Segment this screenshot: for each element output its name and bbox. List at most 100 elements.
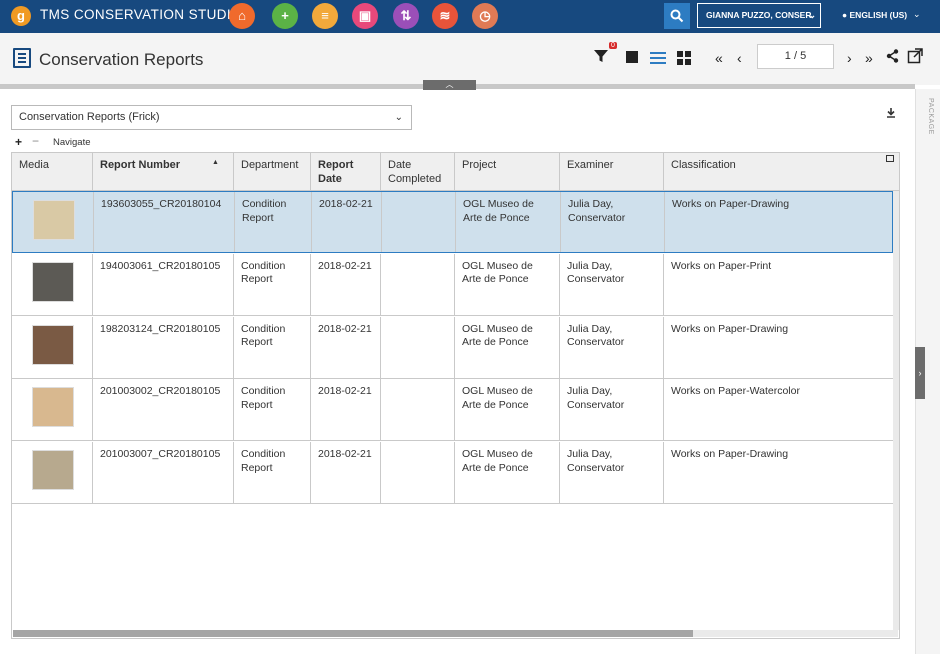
cell-report-date: 2018-02-21 xyxy=(311,442,381,504)
share-icon[interactable] xyxy=(886,49,899,66)
cell-date-completed xyxy=(381,379,455,441)
artwork-thumbnail[interactable] xyxy=(33,200,75,240)
single-view-icon[interactable] xyxy=(626,51,638,63)
cell-report-number: 194003061_CR20180105 xyxy=(93,253,234,315)
column-header-report-date[interactable]: Report Date xyxy=(311,153,381,191)
cell-classification: Works on Paper-Drawing xyxy=(672,198,790,210)
filter-button[interactable] xyxy=(593,48,609,67)
next-page-icon[interactable]: › xyxy=(847,50,852,66)
grid-view-icon[interactable] xyxy=(677,51,691,65)
filter-icon xyxy=(594,50,608,62)
last-page-icon[interactable]: » xyxy=(865,50,873,66)
media-cell xyxy=(12,316,93,378)
chevron-up-icon: ︿ xyxy=(445,80,454,89)
table-header: Media Report Number ▲ Department Report … xyxy=(12,153,899,191)
expand-all-icon[interactable]: + xyxy=(15,135,22,149)
cell-project: OGL Museo de Arte de Ponce xyxy=(455,253,560,315)
table-row[interactable]: 193603055_CR20180104 Condition Report 2018… xyxy=(12,191,893,253)
expand-panel-handle[interactable]: › xyxy=(915,347,925,399)
navigate-link[interactable]: Navigate xyxy=(53,137,91,148)
globe-icon: ● xyxy=(842,10,848,20)
cell-date-completed xyxy=(381,316,455,378)
cell-classification: Works on Paper-Drawing xyxy=(671,448,789,461)
transfer-icon[interactable]: ⇅ xyxy=(393,3,419,29)
chevron-down-icon[interactable]: ⌄ xyxy=(913,9,921,20)
cell-classification: Works on Paper-Print xyxy=(671,259,772,272)
report-set-select[interactable]: Conservation Reports (Frick) ⌄ xyxy=(11,105,412,130)
add-icon[interactable]: + xyxy=(272,3,298,29)
horizontal-scrollbar[interactable] xyxy=(13,630,898,637)
cell-report-date: 2018-02-21 xyxy=(311,379,381,441)
chevron-down-icon: ⌄ xyxy=(808,10,816,20)
artwork-thumbnail[interactable] xyxy=(32,324,74,365)
reports-table: Media Report Number ▲ Department Report … xyxy=(11,152,900,639)
chevron-right-icon: › xyxy=(918,368,922,378)
table-row[interactable]: 201003007_CR20180105 Condition Report 2018… xyxy=(12,442,893,505)
cell-report-date: 2018-02-21 xyxy=(311,316,381,378)
artwork-thumbnail[interactable] xyxy=(32,261,74,302)
media-cell xyxy=(12,253,93,315)
cell-report-number: 201003002_CR20180105 xyxy=(93,379,234,441)
page-indicator[interactable]: 1 / 5 xyxy=(757,44,834,69)
language-menu[interactable]: ● ENGLISH (US) xyxy=(842,10,907,20)
download-icon[interactable] xyxy=(886,108,896,121)
page-header: Conservation Reports 0 « ‹ 1 / 5 › » xyxy=(0,33,940,85)
collapse-all-icon[interactable]: − xyxy=(32,134,39,148)
page-title: Conservation Reports xyxy=(39,50,204,69)
previous-page-icon[interactable]: ‹ xyxy=(737,50,742,66)
app-logo-icon: g xyxy=(11,6,31,26)
external-link-icon[interactable] xyxy=(907,48,923,67)
search-icon xyxy=(670,9,684,23)
cell-department: Condition Report xyxy=(234,253,311,315)
column-chooser-icon[interactable] xyxy=(886,155,894,162)
column-header-classification[interactable]: Classification xyxy=(664,153,893,191)
cell-department: Condition Report xyxy=(234,442,311,504)
artwork-thumbnail[interactable] xyxy=(32,450,74,491)
collapse-header-button[interactable]: ︿ xyxy=(423,80,476,90)
filter-count-badge: 0 xyxy=(609,42,617,49)
chevron-down-icon: ⌄ xyxy=(394,112,403,123)
notes-icon[interactable]: ≡ xyxy=(312,3,338,29)
layers-icon[interactable]: ≋ xyxy=(432,3,458,29)
cell-report-number: 193603055_CR20180104 xyxy=(94,192,235,252)
search-button[interactable] xyxy=(664,3,690,29)
package-label: PACKAGE xyxy=(927,98,934,135)
column-header-project[interactable]: Project xyxy=(455,153,560,191)
app-title: TMS CONSERVATION STUDIO xyxy=(40,7,242,22)
cell-department: Condition Report xyxy=(234,379,311,441)
table-row[interactable]: 201003002_CR20180105 Condition Report 2018… xyxy=(12,379,893,442)
cell-examiner: Julia Day, Conservator xyxy=(560,316,664,378)
scrollbar-thumb[interactable] xyxy=(13,630,693,637)
cell-report-date: 2018-02-21 xyxy=(312,192,382,252)
cell-project: OGL Museo de Arte de Ponce xyxy=(455,316,560,378)
language-label: ENGLISH (US) xyxy=(849,10,908,20)
vertical-scrollbar[interactable] xyxy=(893,191,899,630)
media-icon[interactable]: ▣ xyxy=(352,3,378,29)
media-cell xyxy=(13,192,94,252)
table-row[interactable]: 194003061_CR20180105 Condition Report 2018… xyxy=(12,253,893,316)
cell-project: OGL Museo de Arte de Ponce xyxy=(455,379,560,441)
cell-classification: Works on Paper-Drawing xyxy=(671,322,789,335)
column-header-department[interactable]: Department xyxy=(234,153,311,191)
list-view-icon[interactable] xyxy=(650,52,666,64)
table-row[interactable]: 198203124_CR20180105 Condition Report 2018… xyxy=(12,316,893,379)
user-menu[interactable]: GIANNA PUZZO, CONSER ⌄ xyxy=(697,3,821,28)
sort-ascending-icon[interactable]: ▲ xyxy=(212,159,219,166)
history-icon[interactable]: ◷ xyxy=(472,3,498,29)
cell-date-completed xyxy=(382,192,456,252)
top-bar: g TMS CONSERVATION STUDIO ⌂ + ≡ ▣ ⇅ ≋ ◷ GIANNA… xyxy=(0,0,940,33)
cell-classification: Works on Paper-Watercolor xyxy=(671,385,800,398)
cell-project: OGL Museo de Arte de Ponce xyxy=(456,192,561,252)
home-icon[interactable]: ⌂ xyxy=(229,3,255,29)
column-header-media[interactable]: Media xyxy=(12,153,93,191)
column-header-examiner[interactable]: Examiner xyxy=(560,153,664,191)
column-header-date-completed[interactable]: Date Completed xyxy=(381,153,455,191)
cell-examiner: Julia Day, Conservator xyxy=(560,253,664,315)
cell-date-completed xyxy=(381,442,455,504)
report-set-value: Conservation Reports (Frick) xyxy=(19,111,160,123)
media-cell xyxy=(12,379,93,441)
cell-report-date: 2018-02-21 xyxy=(311,253,381,315)
first-page-icon[interactable]: « xyxy=(715,50,723,66)
artwork-thumbnail[interactable] xyxy=(32,387,74,428)
user-name: GIANNA PUZZO, CONSER xyxy=(706,10,812,20)
